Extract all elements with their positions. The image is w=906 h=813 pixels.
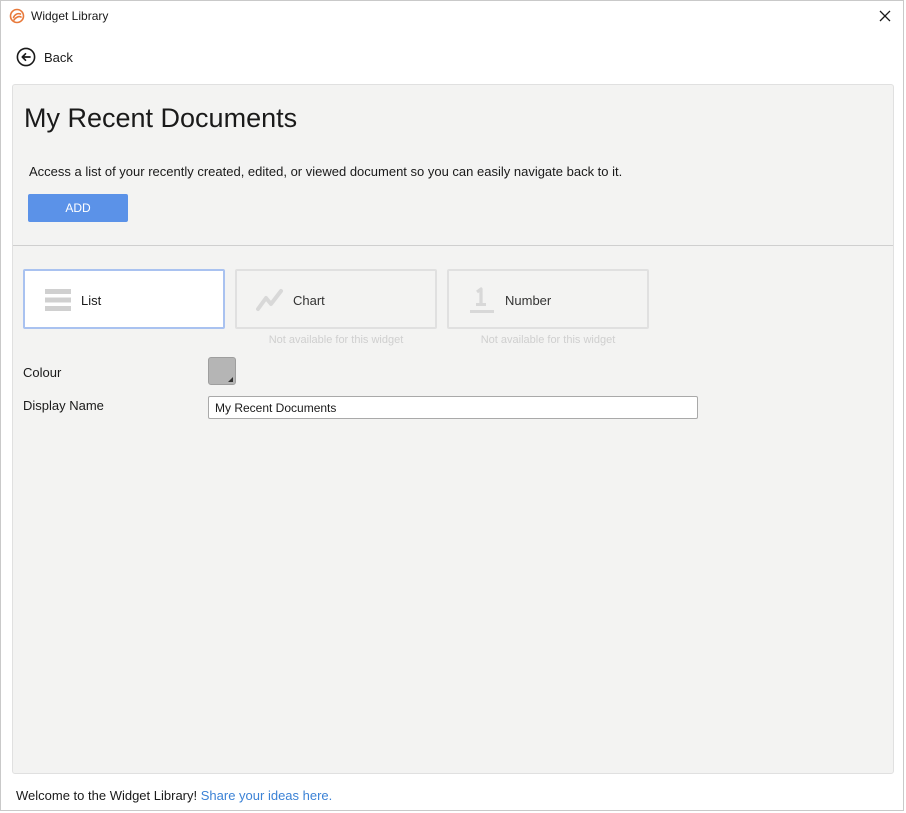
view-type-number-label: Number: [505, 293, 552, 308]
view-type-list[interactable]: List: [23, 269, 225, 329]
title-bar: Widget Library: [1, 1, 903, 31]
colour-label: Colour: [23, 365, 62, 380]
footer-welcome-text: Welcome to the Widget Library!: [16, 788, 198, 803]
list-icon: [44, 286, 74, 314]
app-logo-icon: [9, 8, 25, 24]
add-button[interactable]: ADD: [28, 194, 128, 222]
colour-picker[interactable]: [208, 357, 236, 385]
display-name-input[interactable]: [208, 396, 698, 419]
section-divider: [13, 245, 893, 246]
view-type-chart-label: Chart: [293, 293, 325, 308]
chart-unavailable-note: Not available for this widget: [268, 334, 404, 346]
share-ideas-link[interactable]: Share your ideas here.: [201, 788, 333, 803]
widget-description: Access a list of your recently created, …: [29, 164, 623, 179]
widget-title: My Recent Documents: [24, 103, 298, 133]
display-name-label: Display Name: [23, 398, 104, 413]
number-unavailable-note: Not available for this widget: [480, 334, 616, 346]
window-title: Widget Library: [31, 9, 109, 23]
line-chart-icon: [256, 286, 286, 314]
back-arrow-circle-icon: [16, 47, 36, 67]
close-button[interactable]: [873, 4, 897, 28]
view-type-number[interactable]: Number: [447, 269, 649, 329]
back-button[interactable]: Back: [16, 47, 73, 67]
number-icon: [468, 286, 498, 314]
view-type-chart[interactable]: Chart: [235, 269, 437, 329]
footer: Welcome to the Widget Library! Share you…: [16, 788, 332, 803]
widget-library-window: Widget Library Back My Recent Documents …: [0, 0, 904, 811]
dropdown-corner-icon: [228, 377, 233, 382]
widget-detail-panel: My Recent Documents Access a list of you…: [12, 84, 894, 774]
close-icon: [879, 10, 891, 22]
back-label: Back: [44, 49, 73, 65]
view-type-list-label: List: [81, 293, 102, 308]
